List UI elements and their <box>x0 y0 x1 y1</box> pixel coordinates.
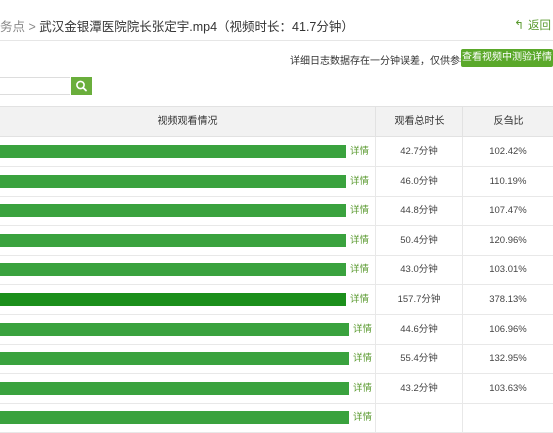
search-button[interactable] <box>71 77 92 95</box>
table-row: 详情 <box>0 403 553 433</box>
back-label: 返回 <box>528 20 551 32</box>
ratio-cell: 378.13% <box>462 285 553 314</box>
progress-bar <box>0 352 349 366</box>
detail-link[interactable]: 详情 <box>350 255 369 284</box>
ratio-cell: 102.42% <box>462 137 553 166</box>
duration-cell: 46.0分钟 <box>375 166 462 196</box>
header-divider <box>0 40 553 41</box>
detail-link[interactable]: 详情 <box>350 285 369 314</box>
duration-cell: 43.0分钟 <box>375 255 462 285</box>
progress-bar <box>0 322 349 336</box>
ratio-cell: 103.63% <box>462 373 553 403</box>
video-title: 武汉金银潭医院院长张定宇.mp4（视频时长：41.7分钟） <box>39 20 354 34</box>
info-note: 详细日志数据存在一分钟误差，仅供参考 <box>290 56 470 67</box>
table-row: 详情 42.7分钟 102.42% <box>0 137 553 167</box>
ratio-cell: 110.19% <box>462 166 553 196</box>
duration-cell <box>375 403 462 433</box>
table-header: 视频观看情况 观看总时长 反刍比 <box>0 106 553 137</box>
progress-bar <box>0 411 349 425</box>
column-header-viewing: 视频观看情况 <box>157 116 218 127</box>
ratio-cell: 106.96% <box>462 314 553 344</box>
detail-link[interactable]: 详情 <box>353 374 372 403</box>
breadcrumb-prefix[interactable]: 务点 > <box>0 20 36 34</box>
detail-link[interactable]: 详情 <box>350 196 369 225</box>
detail-link[interactable]: 详情 <box>350 226 369 255</box>
progress-bar <box>0 174 346 188</box>
ratio-cell: 107.47% <box>462 196 553 226</box>
progress-bar <box>0 381 349 395</box>
detail-link[interactable]: 详情 <box>350 167 369 196</box>
progress-bar <box>0 145 346 158</box>
table-row: 详情 43.2分钟 103.63% <box>0 373 553 404</box>
column-header-duration: 观看总时长 <box>375 107 463 136</box>
search-icon <box>76 80 87 92</box>
ratio-cell: 132.95% <box>462 344 553 374</box>
duration-cell: 44.8分钟 <box>375 196 462 226</box>
view-quiz-detail-button[interactable]: 查看视频中测验详情 <box>461 49 553 67</box>
search-input[interactable] <box>0 77 70 95</box>
detail-link[interactable]: 详情 <box>353 403 372 432</box>
table-row: 详情 157.7分钟 378.13% <box>0 285 553 315</box>
duration-cell: 55.4分钟 <box>375 344 462 374</box>
progress-bar <box>0 293 346 306</box>
duration-cell: 43.2分钟 <box>375 373 462 403</box>
progress-bar <box>0 204 346 218</box>
ratio-cell: 103.01% <box>462 255 553 285</box>
table-row: 详情 55.4分钟 132.95% <box>0 344 553 375</box>
duration-cell: 157.7分钟 <box>375 285 462 314</box>
table-row: 详情 50.4分钟 120.96% <box>0 225 553 256</box>
duration-cell: 42.7分钟 <box>375 137 462 166</box>
breadcrumb: 务点 > 武汉金银潭医院院长张定宇.mp4（视频时长：41.7分钟） <box>0 16 480 35</box>
detail-link[interactable]: 详情 <box>353 315 372 344</box>
ratio-cell: 120.96% <box>462 225 553 255</box>
table-row: 详情 44.6分钟 106.96% <box>0 314 553 345</box>
column-header-ratio: 反刍比 <box>462 107 553 136</box>
detail-link[interactable]: 详情 <box>350 137 369 166</box>
progress-bar <box>0 263 346 277</box>
duration-cell: 50.4分钟 <box>375 225 462 255</box>
duration-cell: 44.6分钟 <box>375 314 462 344</box>
table-row: 详情 46.0分钟 110.19% <box>0 166 553 197</box>
progress-bar <box>0 233 346 247</box>
table-row: 详情 43.0分钟 103.01% <box>0 255 553 286</box>
back-link[interactable]: ↰ 返回 <box>514 17 551 33</box>
ratio-cell <box>462 403 553 433</box>
table-row: 详情 44.8分钟 107.47% <box>0 196 553 227</box>
back-arrow-icon: ↰ <box>513 18 524 32</box>
detail-link[interactable]: 详情 <box>353 344 372 373</box>
